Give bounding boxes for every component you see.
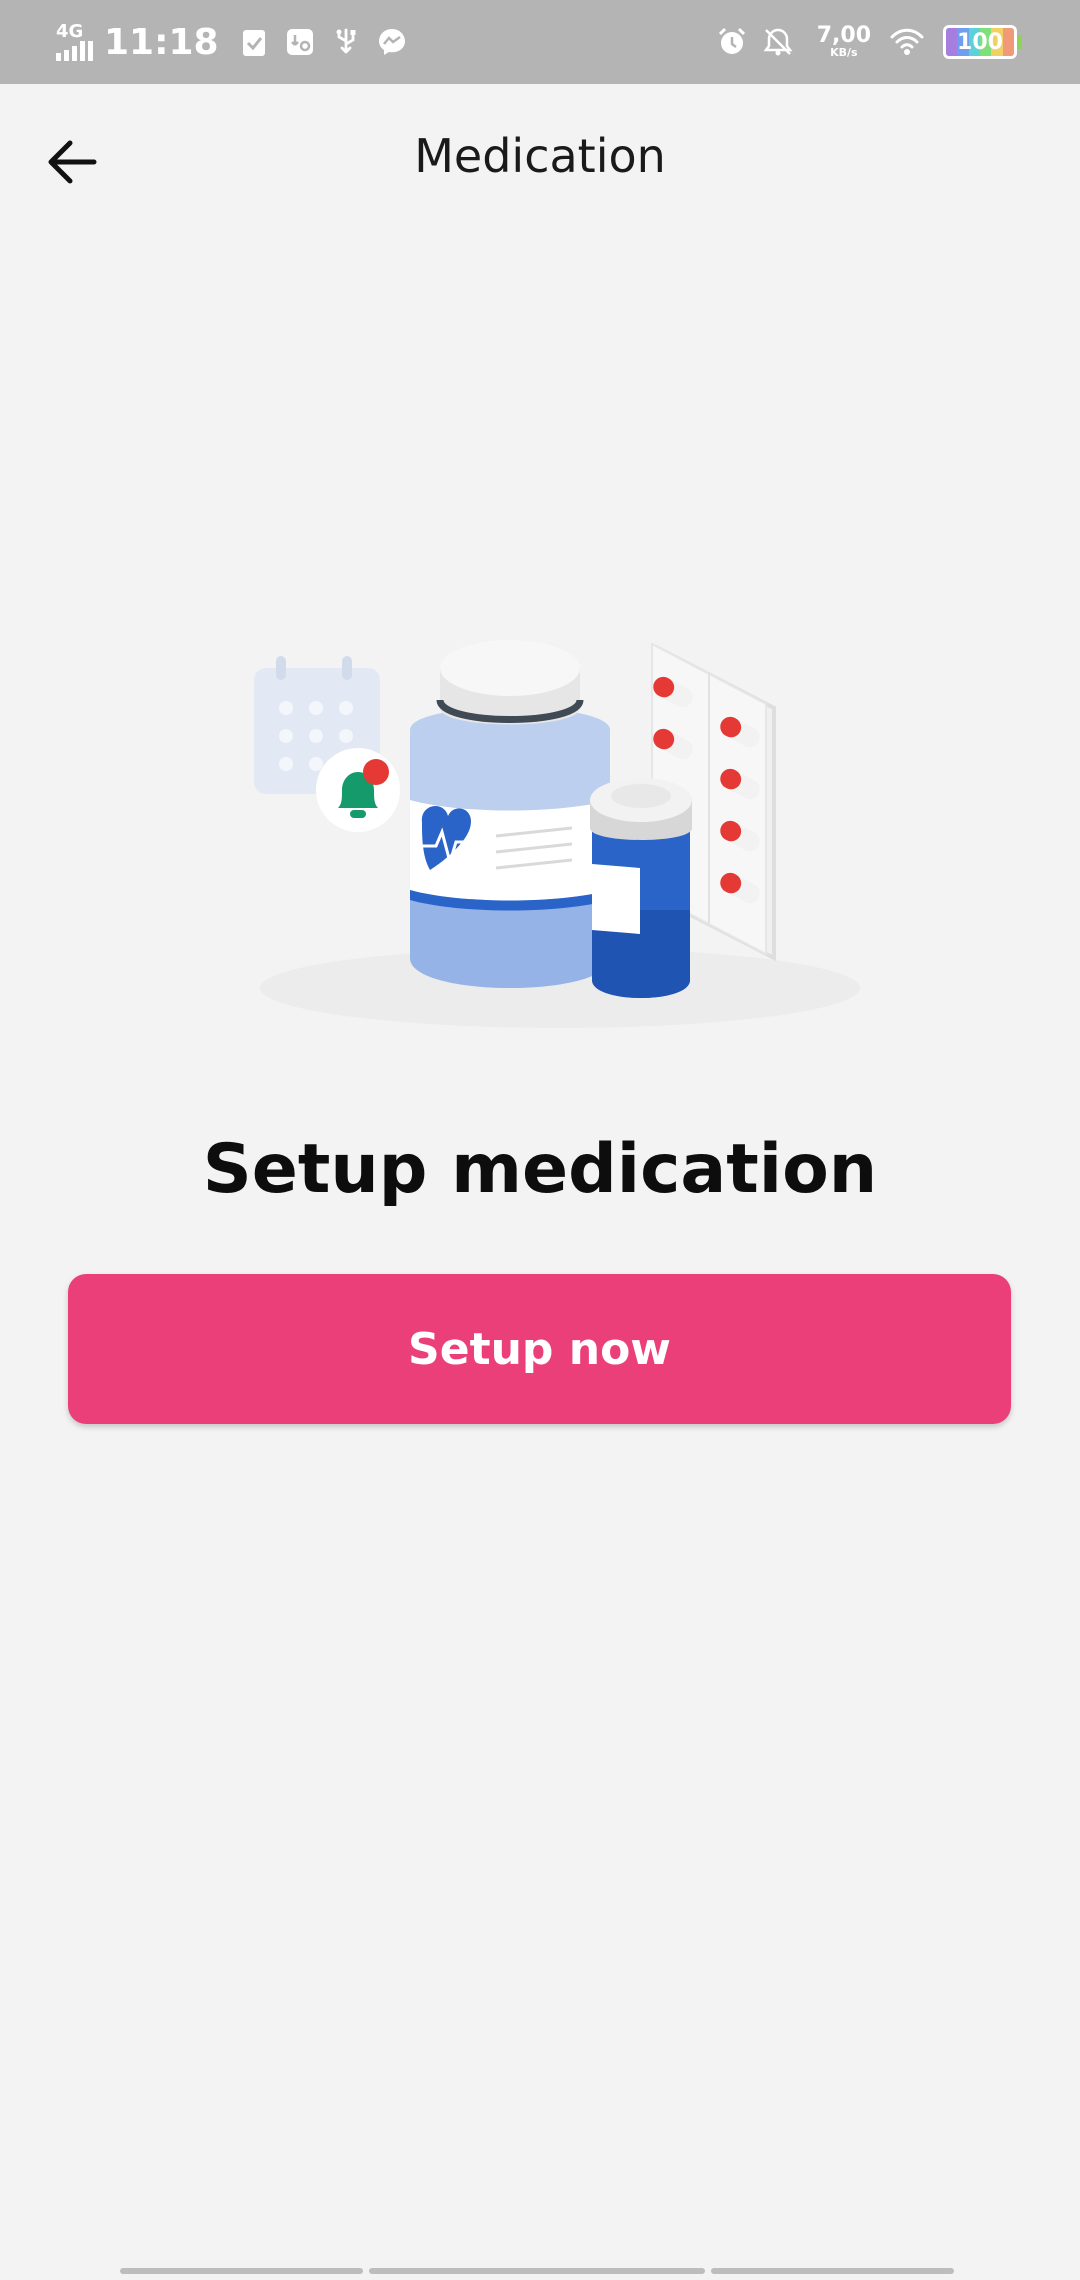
network-speed-value: 7,00 <box>816 23 871 48</box>
network-speed: 7,00 KB/s <box>817 25 871 59</box>
wifi-icon <box>890 28 924 55</box>
notifications-off-icon <box>763 28 793 56</box>
bottom-indicator <box>120 2268 960 2274</box>
network-speed-unit: KB/s <box>830 46 858 59</box>
back-button[interactable] <box>34 124 110 200</box>
medication-screen: 4G 11:18 7,00 KB/s 100 Medication Setup … <box>0 0 1080 2280</box>
status-bar-left: 4G 11:18 <box>56 0 423 84</box>
indicator-segment <box>711 2268 954 2274</box>
network-type: 4G <box>56 21 84 42</box>
status-bar: 4G 11:18 7,00 KB/s 100 <box>0 0 1080 84</box>
reminder-bell-icon <box>316 748 400 832</box>
large-pill-bottle <box>410 640 610 988</box>
usb-settings-icon <box>286 29 313 55</box>
battery-level: 100 <box>957 29 1003 55</box>
clock: 11:18 <box>104 21 219 63</box>
battery-tip <box>1017 35 1022 49</box>
indicator-segment <box>368 2268 706 2274</box>
alarm-icon <box>718 27 745 54</box>
clipboard-check-icon <box>242 30 265 56</box>
app-header: Medication <box>0 84 1080 276</box>
page-title: Medication <box>414 129 666 183</box>
messenger-icon <box>378 29 405 55</box>
setup-heading: Setup medication <box>202 1130 878 1209</box>
arrow-left-icon <box>48 140 97 184</box>
small-pill-bottle <box>590 778 692 998</box>
signal-icon <box>56 41 93 61</box>
indicator-segment <box>120 2268 363 2274</box>
network-indicator: 4G <box>56 23 94 61</box>
status-bar-right: 7,00 KB/s 100 <box>717 0 1022 84</box>
battery-icon: 100 <box>943 25 1017 59</box>
usb-icon <box>336 28 356 54</box>
medication-illustration <box>254 640 860 1028</box>
setup-now-button[interactable]: Setup now <box>68 1274 1011 1424</box>
